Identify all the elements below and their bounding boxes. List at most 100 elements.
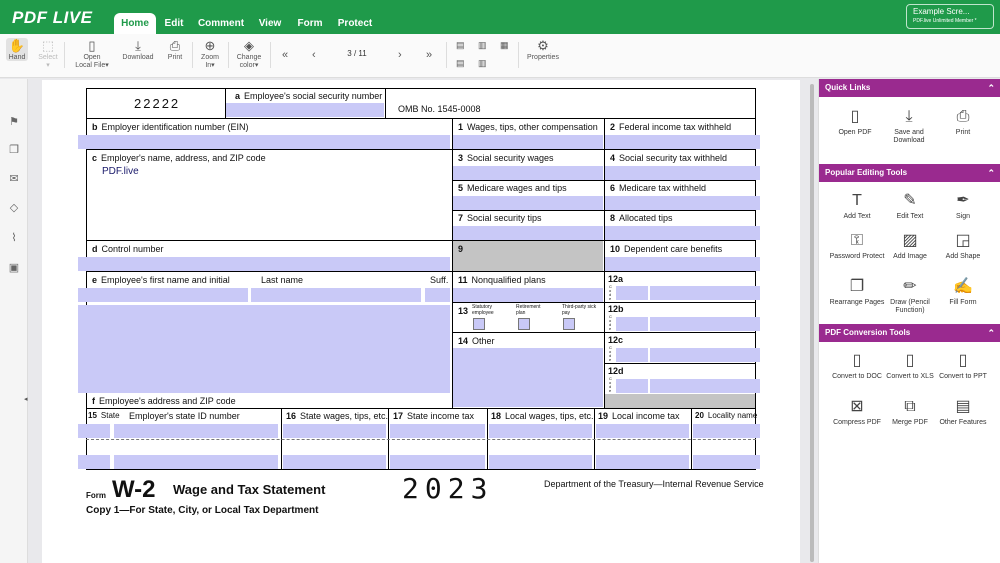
box7-field[interactable] [453, 226, 603, 240]
rearrange-pages-tool[interactable]: ❐ Rearrange Pages [827, 277, 887, 307]
save-download-tool[interactable]: ⤓ Save and Download [879, 107, 939, 145]
continuous-view-icon[interactable]: ▦ [500, 40, 509, 51]
box12d-amount-field[interactable] [650, 379, 760, 393]
open-local-file-button[interactable]: ▯ Open Local File▾ [72, 38, 112, 69]
employer-name-value[interactable]: PDF.live [102, 166, 139, 177]
box12b-code-field[interactable] [616, 317, 648, 331]
convert-xls-tool[interactable]: ▯ Convert to XLS [880, 351, 940, 381]
locality-field-2[interactable] [693, 455, 760, 469]
state-tax-field-2[interactable] [390, 455, 485, 469]
box12b-amount-field[interactable] [650, 317, 760, 331]
print-button[interactable]: ⎙ Print [164, 38, 186, 61]
document-scrollbar-thumb[interactable] [810, 84, 814, 562]
single-page-view-icon[interactable]: ▤ [456, 40, 465, 51]
download-button[interactable]: ⤓ Download [120, 38, 156, 61]
tab-view[interactable]: View [254, 13, 286, 34]
page-number-field[interactable]: 3 / 11 [330, 46, 384, 62]
popular-tools-header[interactable]: Popular Editing Tools ⌃ [819, 164, 1000, 182]
select-tool-button[interactable]: ⬚ Select ▾ [36, 38, 60, 69]
bookmark-icon[interactable]: ⚑ [7, 115, 21, 129]
zoom-in-button[interactable]: ⊕ Zoom In▾ [198, 38, 222, 69]
open-pdf-tool[interactable]: ▯ Open PDF [825, 107, 885, 137]
box8-field[interactable] [605, 226, 760, 240]
state-field-1[interactable] [78, 424, 110, 438]
box11-field[interactable] [453, 288, 603, 302]
tab-comment[interactable]: Comment [196, 13, 246, 34]
tab-edit[interactable]: Edit [160, 13, 188, 34]
sign-tool[interactable]: ✒ Sign [933, 191, 993, 221]
ssn-field[interactable] [226, 103, 384, 117]
facing-view-icon[interactable]: ▥ [478, 58, 487, 69]
collapse-sidebar-icon[interactable]: ◂ [24, 395, 28, 403]
compress-pdf-tool[interactable]: ⊠ Compress PDF [827, 397, 887, 427]
third-party-checkbox[interactable] [563, 318, 575, 330]
box3-field[interactable] [453, 166, 603, 180]
suffix-field[interactable] [425, 288, 450, 302]
fill-form-tool[interactable]: ✍ Fill Form [933, 277, 993, 307]
box12a-amount-field[interactable] [650, 286, 760, 300]
box12a-code-field[interactable] [616, 286, 648, 300]
local-wages-field-1[interactable] [489, 424, 592, 438]
last-name-field[interactable] [251, 288, 421, 302]
local-tax-field-2[interactable] [596, 455, 689, 469]
add-text-tool[interactable]: T Add Text [827, 191, 887, 221]
box14-number: 14 [458, 336, 469, 346]
box12c-code-field[interactable] [616, 348, 648, 362]
state-tax-field-1[interactable] [390, 424, 485, 438]
add-image-tool[interactable]: ▨ Add Image [880, 231, 940, 261]
two-page-view-icon[interactable]: ▥ [478, 40, 487, 51]
employee-address-field[interactable] [78, 305, 450, 393]
add-shape-tool[interactable]: ◲ Add Shape [933, 231, 993, 261]
local-tax-field-1[interactable] [596, 424, 689, 438]
pdflive-logo[interactable]: PDF LIVE [12, 8, 93, 28]
box12d-code-field[interactable] [616, 379, 648, 393]
state-wages-field-1[interactable] [283, 424, 386, 438]
box2-field[interactable] [605, 135, 760, 149]
conversion-tools-header[interactable]: PDF Conversion Tools ⌃ [819, 324, 1000, 342]
comments-icon[interactable]: ✉ [7, 172, 21, 186]
box10-field[interactable] [605, 257, 760, 271]
box12c-amount-field[interactable] [650, 348, 760, 362]
ein-field[interactable] [78, 135, 450, 149]
properties-button[interactable]: ⚙ Properties [524, 38, 562, 61]
draw-tool[interactable]: ✏ Draw (Pencil Function) [880, 277, 940, 315]
hand-tool-button[interactable]: ✋ Hand [6, 38, 28, 61]
user-account-box[interactable]: Example Scre... PDF.live Unlimited Membe… [906, 4, 994, 29]
box1-field[interactable] [453, 135, 603, 149]
convert-doc-tool[interactable]: ▯ Convert to DOC [827, 351, 887, 381]
tab-protect[interactable]: Protect [334, 13, 376, 34]
box4-field[interactable] [605, 166, 760, 180]
password-protect-tool[interactable]: ⚿ Password Protect [827, 231, 887, 261]
box14-field[interactable] [453, 348, 603, 407]
tab-home[interactable]: Home [114, 13, 156, 34]
layers-icon[interactable]: ◇ [7, 201, 21, 215]
box6-field[interactable] [605, 196, 760, 210]
control-number-field[interactable] [78, 257, 450, 271]
state-field-2[interactable] [78, 455, 110, 469]
other-features-tool[interactable]: ▤ Other Features [933, 397, 993, 427]
last-page-icon[interactable]: » [426, 49, 432, 61]
state-id-field-2[interactable] [114, 455, 278, 469]
retirement-checkbox[interactable] [518, 318, 530, 330]
locality-field-1[interactable] [693, 424, 760, 438]
local-wages-field-2[interactable] [489, 455, 592, 469]
merge-pdf-tool[interactable]: ⧉ Merge PDF [880, 397, 940, 427]
prev-page-icon[interactable]: ‹ [312, 49, 316, 61]
state-id-field-1[interactable] [114, 424, 278, 438]
pages-icon[interactable]: ❐ [7, 143, 21, 157]
statutory-checkbox[interactable] [473, 318, 485, 330]
state-wages-field-2[interactable] [283, 455, 386, 469]
tab-form[interactable]: Form [294, 13, 326, 34]
attachment-icon[interactable]: ⌇ [7, 231, 21, 245]
convert-ppt-tool[interactable]: ▯ Convert to PPT [933, 351, 993, 381]
first-name-field[interactable] [78, 288, 248, 302]
change-color-button[interactable]: ◈ Change color▾ [234, 38, 264, 69]
box5-field[interactable] [453, 196, 603, 210]
quick-links-header[interactable]: Quick Links ⌃ [819, 79, 1000, 97]
edit-text-tool[interactable]: ✎ Edit Text [880, 191, 940, 221]
form-fields-icon[interactable]: ▣ [7, 261, 21, 275]
first-page-icon[interactable]: « [282, 49, 288, 61]
scroll-view-icon[interactable]: ▤ [456, 58, 465, 69]
next-page-icon[interactable]: › [398, 49, 402, 61]
print-tool[interactable]: ⎙ Print [933, 107, 993, 137]
